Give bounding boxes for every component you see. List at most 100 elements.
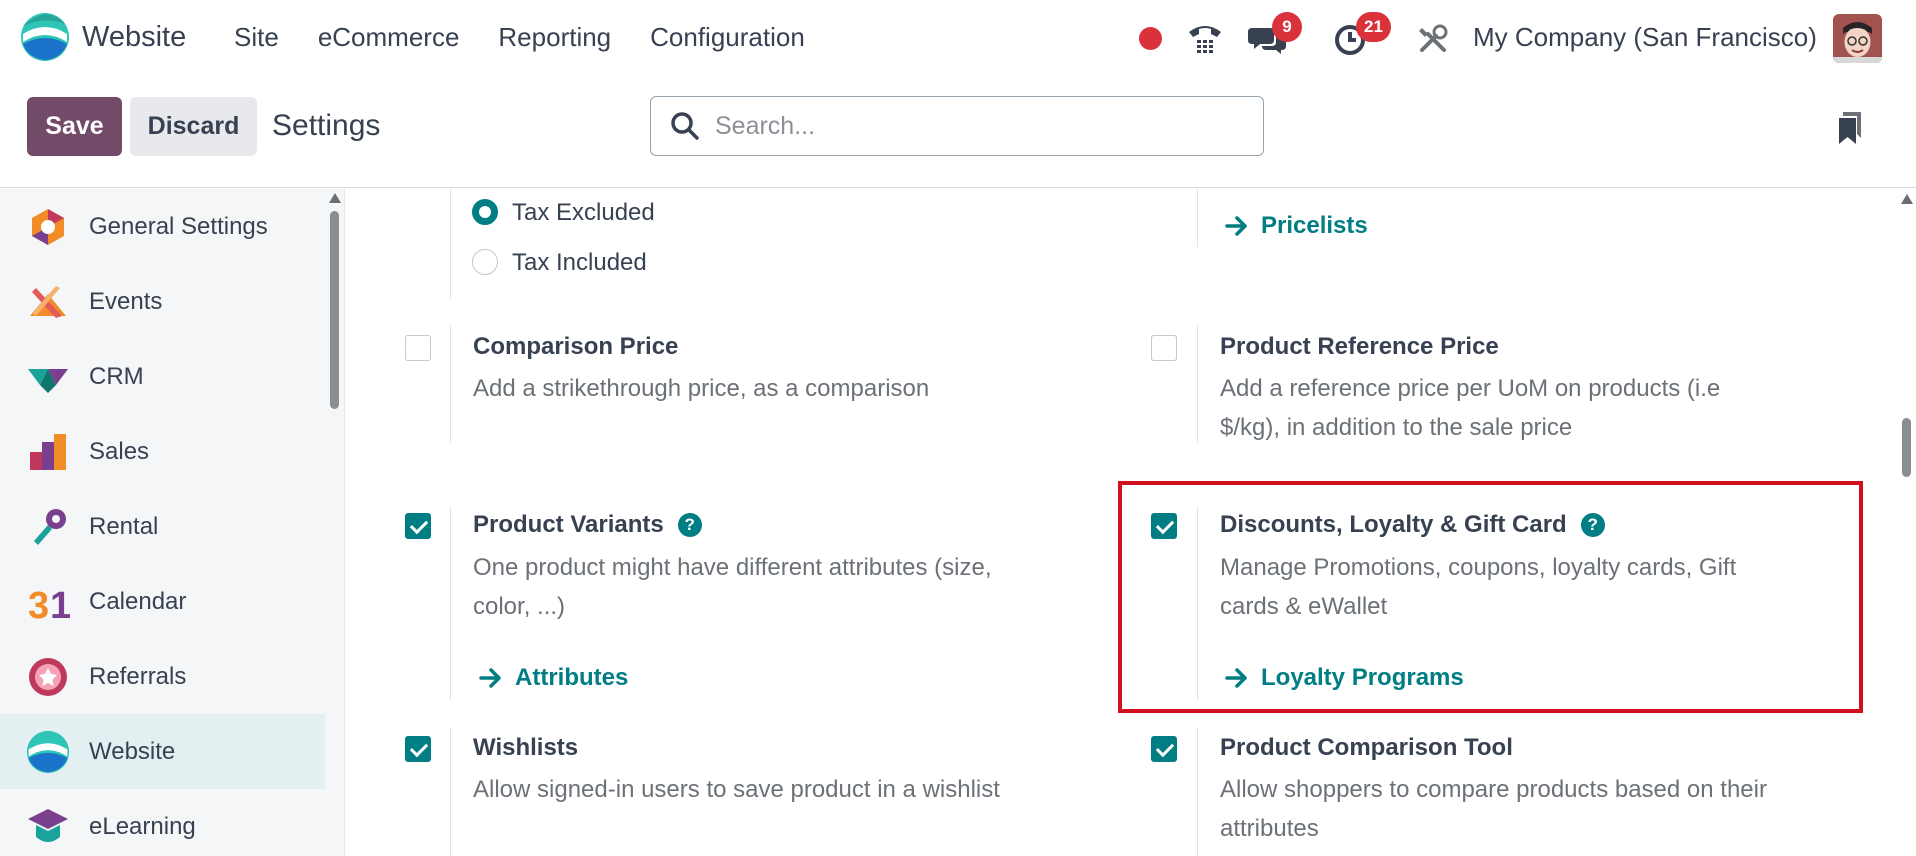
comparison-price-desc: Add a strikethrough price, as a comparis…: [473, 375, 930, 402]
pricelists-link-label: Pricelists: [1261, 212, 1368, 239]
desc-line: $/kg), in addition to the sale price: [1220, 414, 1573, 441]
desc-line: color, ...): [473, 593, 566, 620]
tax-included-label: Tax Included: [512, 249, 647, 276]
sidebar-item-label: Events: [89, 287, 163, 315]
tax-excluded-radio[interactable]: [472, 199, 498, 225]
attributes-link-label: Attributes: [515, 664, 629, 691]
desc-line: One product might have different attribu…: [473, 554, 992, 581]
product-reference-price-desc: Add a reference price per UoM on product…: [1220, 369, 1720, 447]
svg-text:3: 3: [28, 585, 49, 624]
messages-badge: 9: [1272, 12, 1302, 42]
crm-icon: [28, 368, 68, 393]
menu-configuration[interactable]: Configuration: [650, 22, 805, 53]
discounts-loyalty-desc: Manage Promotions, coupons, loyalty card…: [1220, 548, 1736, 626]
sidebar-scroll-up-icon[interactable]: [329, 193, 341, 203]
sidebar-item-sales[interactable]: Sales: [0, 414, 325, 489]
sidebar-item-label: Referrals: [89, 662, 187, 690]
app-name: Website: [82, 20, 187, 53]
attributes-link[interactable]: Attributes: [479, 664, 628, 692]
sidebar-item-label: General Settings: [89, 212, 268, 240]
company-switcher[interactable]: My Company (San Francisco): [1473, 22, 1817, 53]
tax-included-radio[interactable]: [472, 249, 498, 275]
comparison-price-title-text: Comparison Price: [473, 333, 679, 360]
phone-icon[interactable]: [1187, 22, 1223, 56]
sidebar-item-events[interactable]: Events: [0, 264, 325, 339]
menu-ecommerce[interactable]: eCommerce: [318, 22, 460, 53]
svg-text:1: 1: [50, 585, 70, 624]
user-avatar[interactable]: [1833, 14, 1882, 63]
wishlists-desc: Allow signed-in users to save product in…: [473, 776, 1000, 803]
sidebar-item-website[interactable]: Website: [0, 714, 325, 789]
recording-indicator-icon[interactable]: [1139, 27, 1162, 50]
product-variants-title-text: Product Variants: [473, 511, 664, 538]
activities-badge: 21: [1356, 12, 1391, 42]
desc-line: Manage Promotions, coupons, loyalty card…: [1220, 554, 1737, 581]
pricelists-link[interactable]: Pricelists: [1225, 212, 1368, 240]
desc-line: Allow shoppers to compare products based…: [1220, 776, 1767, 803]
comparison-price-title: Comparison Price: [473, 333, 678, 361]
menu-reporting[interactable]: Reporting: [498, 22, 611, 53]
search-box[interactable]: [650, 96, 1264, 156]
product-variants-checkbox[interactable]: [405, 513, 431, 539]
main-menu: Site eCommerce Reporting Configuration: [234, 22, 805, 53]
sidebar-item-elearning[interactable]: eLearning: [0, 789, 325, 856]
product-variants-title: Product Variants ?: [473, 511, 702, 539]
discounts-loyalty-title-text: Discounts, Loyalty & Gift Card: [1220, 511, 1567, 538]
product-comparison-title: Product Comparison Tool: [1220, 734, 1513, 762]
discard-button[interactable]: Discard: [130, 97, 257, 156]
arrow-right-icon: [479, 668, 501, 688]
tools-icon[interactable]: [1418, 24, 1448, 54]
product-comparison-title-text: Product Comparison Tool: [1220, 734, 1513, 761]
sidebar-item-general-settings[interactable]: General Settings: [0, 189, 325, 264]
product-reference-price-checkbox[interactable]: [1151, 335, 1177, 361]
loyalty-programs-link-label: Loyalty Programs: [1261, 664, 1464, 691]
product-comparison-desc: Allow shoppers to compare products based…: [1220, 770, 1767, 848]
desc-line: Add a reference price per UoM on product…: [1220, 375, 1721, 402]
wishlists-checkbox[interactable]: [405, 736, 431, 762]
top-navbar: Website Site eCommerce Reporting Configu…: [0, 0, 1916, 78]
discounts-loyalty-checkbox[interactable]: [1151, 513, 1177, 539]
sidebar-item-label: Website: [89, 737, 176, 765]
referrals-icon: [29, 657, 67, 696]
sidebar-item-calendar[interactable]: 3 1 Calendar: [0, 564, 325, 639]
search-input[interactable]: [715, 111, 1215, 141]
tax-excluded-label: Tax Excluded: [512, 199, 655, 226]
product-comparison-checkbox[interactable]: [1151, 736, 1177, 762]
sidebar-item-label: CRM: [89, 362, 144, 390]
wishlists-title: Wishlists: [473, 734, 578, 762]
sidebar-item-rental[interactable]: Rental: [0, 489, 325, 564]
sidebar-item-label: Calendar: [89, 587, 187, 615]
loyalty-programs-link[interactable]: Loyalty Programs: [1225, 664, 1464, 692]
arrow-right-icon: [1225, 216, 1247, 236]
rental-icon: [34, 508, 66, 545]
help-icon[interactable]: ?: [1580, 513, 1605, 537]
comparison-price-checkbox[interactable]: [405, 335, 431, 361]
sidebar-item-label: Rental: [89, 512, 159, 540]
sidebar-scrollbar[interactable]: [330, 211, 339, 409]
arrow-right-icon: [1225, 668, 1247, 688]
bookmark-icon[interactable]: [1837, 112, 1863, 144]
settings-sidebar: General Settings Events CRM Sales Rental…: [0, 189, 345, 856]
sidebar-item-crm[interactable]: CRM: [0, 339, 325, 414]
sidebar-item-label: eLearning: [89, 812, 196, 840]
website-app-icon: [21, 13, 69, 61]
settings-content: Tax Excluded Tax Included Pricelists Com…: [346, 189, 1916, 856]
sidebar-item-referrals[interactable]: Referrals: [0, 639, 325, 714]
app-brand[interactable]: Website: [20, 12, 186, 62]
product-variants-desc: One product might have different attribu…: [473, 548, 992, 626]
page-title: Settings: [272, 109, 381, 142]
sidebar-item-label: Sales: [89, 437, 150, 465]
control-panel: Save Discard Settings: [0, 78, 1916, 188]
help-icon[interactable]: ?: [677, 513, 702, 537]
product-reference-price-title-text: Product Reference Price: [1220, 333, 1499, 360]
content-scroll-up-icon[interactable]: [1901, 194, 1913, 204]
content-scrollbar[interactable]: [1902, 418, 1911, 477]
events-icon: [30, 285, 66, 318]
product-reference-price-title: Product Reference Price: [1220, 333, 1499, 361]
menu-site[interactable]: Site: [234, 22, 279, 53]
save-button[interactable]: Save: [27, 97, 122, 156]
website-icon: [26, 730, 70, 773]
elearning-icon: [28, 808, 68, 842]
desc-line: cards & eWallet: [1220, 593, 1388, 620]
discounts-loyalty-title: Discounts, Loyalty & Gift Card ?: [1220, 511, 1605, 539]
